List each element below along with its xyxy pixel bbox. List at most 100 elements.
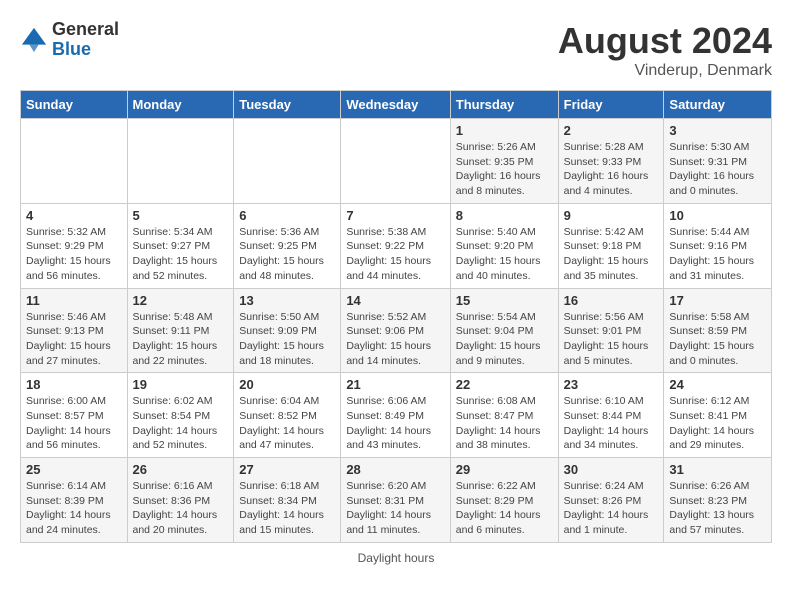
day-number: 25 [26,462,122,477]
day-info: Sunrise: 6:00 AMSunset: 8:57 PMDaylight:… [26,394,122,453]
day-header-saturday: Saturday [664,91,772,119]
day-info: Sunrise: 5:38 AMSunset: 9:22 PMDaylight:… [346,225,444,284]
month-title: August 2024 [558,20,772,62]
calendar-cell: 4Sunrise: 5:32 AMSunset: 9:29 PMDaylight… [21,203,128,288]
calendar-cell: 1 Sunrise: 5:26 AMSunset: 9:35 PMDaylight… [450,119,558,204]
day-info: Sunrise: 5:48 AMSunset: 9:11 PMDaylight:… [133,310,229,369]
day-info: Sunrise: 5:34 AMSunset: 9:27 PMDaylight:… [133,225,229,284]
day-info: Sunrise: 5:28 AMSunset: 9:33 PMDaylight:… [564,140,659,199]
day-info: Sunrise: 6:20 AMSunset: 8:31 PMDaylight:… [346,479,444,538]
calendar-cell: 23Sunrise: 6:10 AMSunset: 8:44 PMDayligh… [558,373,664,458]
calendar-cell: 29 Sunrise: 6:22 AMSunset: 8:29 PMDayligh… [450,458,558,543]
day-info: Sunrise: 5:56 AMSunset: 9:01 PMDaylight:… [564,310,659,369]
day-number: 9 [564,208,659,223]
calendar-cell: 6 Sunrise: 5:36 AMSunset: 9:25 PMDaylight… [234,203,341,288]
calendar-cell: 16 Sunrise: 5:56 AMSunset: 9:01 PMDayligh… [558,288,664,373]
calendar-cell: 10Sunrise: 5:44 AMSunset: 9:16 PMDayligh… [664,203,772,288]
day-number: 16 [564,293,659,308]
calendar-table: SundayMondayTuesdayWednesdayThursdayFrid… [20,90,772,543]
calendar-cell: 18 Sunrise: 6:00 AMSunset: 8:57 PMDayligh… [21,373,128,458]
page-header: General Blue August 2024 Vinderup, Denma… [20,20,772,80]
calendar-cell: 17 Sunrise: 5:58 AMSunset: 8:59 PMDayligh… [664,288,772,373]
calendar-cell: 12 Sunrise: 5:48 AMSunset: 9:11 PMDayligh… [127,288,234,373]
day-number: 22 [456,377,553,392]
day-number: 29 [456,462,553,477]
day-info: Sunrise: 5:52 AMSunset: 9:06 PMDaylight:… [346,310,444,369]
day-info: Sunrise: 5:42 AMSunset: 9:18 PMDaylight:… [564,225,659,284]
day-info: Sunrise: 6:22 AMSunset: 8:29 PMDaylight:… [456,479,553,538]
day-header-tuesday: Tuesday [234,91,341,119]
footer-note: Daylight hours [20,551,772,565]
calendar-cell: 8 Sunrise: 5:40 AMSunset: 9:20 PMDaylight… [450,203,558,288]
day-number: 17 [669,293,766,308]
day-number: 12 [133,293,229,308]
day-number: 20 [239,377,335,392]
calendar-cell: 31 Sunrise: 6:26 AMSunset: 8:23 PMDayligh… [664,458,772,543]
day-number: 31 [669,462,766,477]
calendar-cell: 7Sunrise: 5:38 AMSunset: 9:22 PMDaylight… [341,203,450,288]
day-info: Sunrise: 6:26 AMSunset: 8:23 PMDaylight:… [669,479,766,538]
logo-general: General [52,20,119,40]
day-info: Sunrise: 5:54 AMSunset: 9:04 PMDaylight:… [456,310,553,369]
calendar-cell: 25 Sunrise: 6:14 AMSunset: 8:39 PMDayligh… [21,458,128,543]
day-info: Sunrise: 5:40 AMSunset: 9:20 PMDaylight:… [456,225,553,284]
day-info: Sunrise: 6:06 AMSunset: 8:49 PMDaylight:… [346,394,444,453]
day-number: 21 [346,377,444,392]
day-number: 11 [26,293,122,308]
location-subtitle: Vinderup, Denmark [558,62,772,80]
day-number: 27 [239,462,335,477]
day-number: 19 [133,377,229,392]
day-info: Sunrise: 5:30 AMSunset: 9:31 PMDaylight:… [669,140,766,199]
day-info: Sunrise: 6:08 AMSunset: 8:47 PMDaylight:… [456,394,553,453]
day-info: Sunrise: 6:24 AMSunset: 8:26 PMDaylight:… [564,479,659,538]
day-number: 26 [133,462,229,477]
day-number: 28 [346,462,444,477]
day-info: Sunrise: 5:46 AMSunset: 9:13 PMDaylight:… [26,310,122,369]
calendar-cell: 19Sunrise: 6:02 AMSunset: 8:54 PMDayligh… [127,373,234,458]
calendar-cell: 15 Sunrise: 5:54 AMSunset: 9:04 PMDayligh… [450,288,558,373]
day-info: Sunrise: 5:26 AMSunset: 9:35 PMDaylight:… [456,140,553,199]
day-info: Sunrise: 5:58 AMSunset: 8:59 PMDaylight:… [669,310,766,369]
day-number: 18 [26,377,122,392]
title-block: August 2024 Vinderup, Denmark [558,20,772,80]
day-info: Sunrise: 6:18 AMSunset: 8:34 PMDaylight:… [239,479,335,538]
day-number: 6 [239,208,335,223]
logo-blue: Blue [52,40,119,60]
day-info: Sunrise: 5:50 AMSunset: 9:09 PMDaylight:… [239,310,335,369]
calendar-cell: 5 Sunrise: 5:34 AMSunset: 9:27 PMDaylight… [127,203,234,288]
day-number: 8 [456,208,553,223]
day-info: Sunrise: 6:12 AMSunset: 8:41 PMDaylight:… [669,394,766,453]
calendar-cell: 2 Sunrise: 5:28 AMSunset: 9:33 PMDaylight… [558,119,664,204]
day-number: 10 [669,208,766,223]
calendar-cell: 21 Sunrise: 6:06 AMSunset: 8:49 PMDayligh… [341,373,450,458]
day-number: 15 [456,293,553,308]
day-info: Sunrise: 6:04 AMSunset: 8:52 PMDaylight:… [239,394,335,453]
day-info: Sunrise: 5:36 AMSunset: 9:25 PMDaylight:… [239,225,335,284]
day-number: 1 [456,123,553,138]
calendar-cell: 13 Sunrise: 5:50 AMSunset: 9:09 PMDayligh… [234,288,341,373]
calendar-cell: 27 Sunrise: 6:18 AMSunset: 8:34 PMDayligh… [234,458,341,543]
day-header-wednesday: Wednesday [341,91,450,119]
day-number: 24 [669,377,766,392]
day-number: 5 [133,208,229,223]
day-number: 14 [346,293,444,308]
day-info: Sunrise: 6:14 AMSunset: 8:39 PMDaylight:… [26,479,122,538]
calendar-cell: 14 Sunrise: 5:52 AMSunset: 9:06 PMDayligh… [341,288,450,373]
calendar-cell [127,119,234,204]
day-number: 4 [26,208,122,223]
calendar-cell: 20 Sunrise: 6:04 AMSunset: 8:52 PMDayligh… [234,373,341,458]
logo: General Blue [20,20,119,60]
day-number: 13 [239,293,335,308]
day-number: 2 [564,123,659,138]
day-info: Sunrise: 6:10 AMSunset: 8:44 PMDaylight:… [564,394,659,453]
calendar-cell: 9 Sunrise: 5:42 AMSunset: 9:18 PMDaylight… [558,203,664,288]
calendar-cell: 22 Sunrise: 6:08 AMSunset: 8:47 PMDayligh… [450,373,558,458]
calendar-cell: 11 Sunrise: 5:46 AMSunset: 9:13 PMDayligh… [21,288,128,373]
calendar-cell [234,119,341,204]
calendar-cell: 30 Sunrise: 6:24 AMSunset: 8:26 PMDayligh… [558,458,664,543]
day-header-thursday: Thursday [450,91,558,119]
day-number: 30 [564,462,659,477]
calendar-cell [341,119,450,204]
logo-icon [20,26,48,54]
calendar-cell: 3Sunrise: 5:30 AMSunset: 9:31 PMDaylight… [664,119,772,204]
